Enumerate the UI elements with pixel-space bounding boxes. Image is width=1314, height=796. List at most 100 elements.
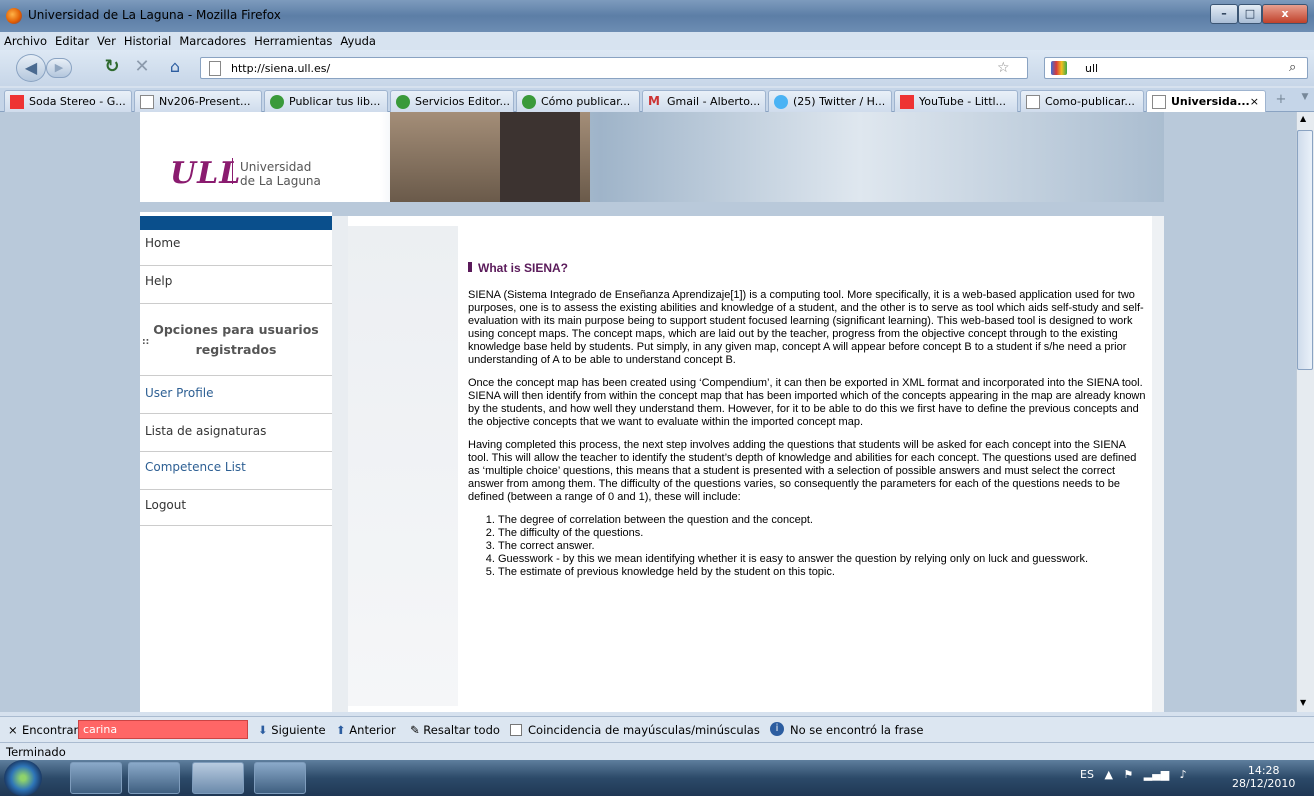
menu-bar: Archivo Editar Ver Historial Marcadores Herra… — [0, 32, 1314, 50]
forward-button[interactable]: ▶ — [46, 58, 72, 78]
sidebar-item-user-profile[interactable]: User Profile — [140, 376, 332, 414]
volume-icon[interactable]: ♪ — [1180, 768, 1187, 781]
sidebar-item-home[interactable]: Home — [140, 230, 332, 266]
highlight-all-button[interactable]: ✎ Resaltar todo — [410, 723, 500, 737]
find-prev-button[interactable]: ⬆ Anterior — [336, 723, 396, 737]
tab-como-publicar-2[interactable]: Como-publicar... — [1020, 90, 1144, 112]
sidebar-top-bar — [140, 216, 332, 230]
close-find-icon[interactable]: × — [8, 723, 18, 737]
tab-label: Cómo publicar... — [541, 95, 631, 108]
back-arrow-icon: ◀ — [24, 58, 38, 77]
reload-icon[interactable]: ↻ — [102, 58, 122, 78]
search-icon[interactable]: ⌕ — [1289, 60, 1296, 75]
tab-twitter[interactable]: (25) Twitter / H... — [768, 90, 892, 112]
menu-marcadores[interactable]: Marcadores — [175, 32, 250, 50]
logo-line1: Universidad — [240, 160, 312, 174]
page-icon — [1152, 95, 1166, 109]
find-bar: × Encontrar: carina ⬇ Siguiente ⬆ Anteri… — [0, 716, 1314, 742]
firefox-icon — [6, 8, 22, 24]
sidebar-item-competence[interactable]: Competence List — [140, 452, 332, 490]
ull-logo[interactable]: ULL — [170, 156, 241, 191]
search-input[interactable]: ull ⌕ — [1044, 57, 1308, 79]
menu-ver[interactable]: Ver — [93, 32, 120, 50]
clock[interactable]: 14:28 28/12/2010 — [1232, 764, 1295, 790]
taskbar: ES ▲ ⚑ ▂▄▆ ♪ 14:28 28/12/2010 — [0, 760, 1314, 796]
drag-handle-icon: :: — [142, 337, 150, 347]
scroll-up-icon[interactable]: ▲ — [1300, 114, 1306, 123]
menu-editar[interactable]: Editar — [51, 32, 93, 50]
tray-arrow-icon[interactable]: ▲ — [1104, 768, 1112, 781]
tab-publicar[interactable]: Publicar tus lib... — [264, 90, 388, 112]
language-indicator[interactable]: ES — [1080, 768, 1094, 781]
find-status: No se encontró la frase — [790, 723, 924, 737]
tab-label: Soda Stereo - G... — [29, 95, 126, 108]
menu-ayuda[interactable]: Ayuda — [336, 32, 380, 50]
tab-label: Servicios Editor... — [415, 95, 510, 108]
tab-universidad[interactable]: Universida... × — [1146, 90, 1266, 112]
explorer-icon[interactable] — [70, 762, 122, 794]
menu-archivo[interactable]: Archivo — [0, 32, 51, 50]
status-bar: Terminado — [0, 742, 1314, 760]
close-button[interactable]: x — [1262, 4, 1308, 24]
network-icon[interactable]: ▂▄▆ — [1144, 768, 1169, 781]
flag-icon[interactable]: ⚑ — [1123, 768, 1133, 781]
tab-como-publicar[interactable]: Cómo publicar... — [516, 90, 640, 112]
tab-list-chevron-icon[interactable]: ▼ — [1298, 92, 1312, 110]
match-case-label[interactable]: Coincidencia de mayúsculas/minúsculas — [528, 723, 760, 737]
firefox-taskbar-icon[interactable] — [192, 762, 244, 794]
bookmark-star-icon[interactable]: ☆ — [997, 60, 1010, 76]
logo-line2: de La Laguna — [240, 174, 321, 188]
article: What is SIENA? SIENA (Sistema Integrado … — [468, 262, 1148, 579]
scroll-down-icon[interactable]: ▼ — [1300, 698, 1306, 707]
back-button[interactable]: ◀ — [16, 54, 46, 82]
tab-label: Gmail - Alberto... — [667, 95, 761, 108]
tab-servicios[interactable]: Servicios Editor... — [390, 90, 514, 112]
match-case-checkbox[interactable] — [510, 724, 522, 736]
minimize-button[interactable]: – — [1210, 4, 1238, 24]
sidebar-item-subjects[interactable]: Lista de asignaturas — [140, 414, 332, 452]
url-bar[interactable]: http://siena.ull.es/ ☆ — [200, 57, 1028, 79]
arrow-up-icon: ⬆ — [336, 723, 346, 737]
google-icon[interactable] — [1051, 61, 1067, 75]
window-title: Universidad de La Laguna - Mozilla Firef… — [28, 8, 281, 22]
arrow-down-icon: ⬇ — [258, 723, 268, 737]
tab-nv206[interactable]: Nv206-Present... — [134, 90, 262, 112]
stop-icon[interactable]: ✕ — [132, 58, 152, 78]
sidebar-item-logout[interactable]: Logout — [140, 490, 332, 526]
info-icon: i — [770, 722, 784, 736]
close-tab-icon[interactable]: × — [1250, 95, 1259, 108]
youtube-icon — [900, 95, 914, 109]
clock-time: 14:28 — [1247, 764, 1280, 777]
page-icon — [140, 95, 154, 109]
new-tab-button[interactable]: + — [1270, 92, 1292, 110]
tab-youtube[interactable]: YouTube - Littl... — [894, 90, 1018, 112]
list-item: The estimate of previous knowledge held … — [498, 566, 1148, 579]
media-player-icon[interactable] — [128, 762, 180, 794]
tab-soda-stereo[interactable]: Soda Stereo - G... — [4, 90, 132, 112]
system-tray: ES ▲ ⚑ ▂▄▆ ♪ — [1080, 768, 1187, 781]
tower-image — [500, 112, 580, 202]
green-icon — [270, 95, 284, 109]
find-next-button[interactable]: ⬇ Siguiente — [258, 723, 326, 737]
menu-historial[interactable]: Historial — [120, 32, 176, 50]
scrollbar-thumb[interactable] — [1297, 130, 1313, 370]
tab-label: Nv206-Present... — [159, 95, 251, 108]
gmail-icon: M — [648, 94, 660, 108]
find-input[interactable]: carina — [78, 720, 248, 739]
tab-gmail[interactable]: M Gmail - Alberto... — [642, 90, 766, 112]
heading-marker-icon — [468, 262, 472, 272]
maximize-button[interactable]: □ — [1238, 4, 1262, 24]
home-icon[interactable]: ⌂ — [164, 58, 186, 78]
twitter-icon — [774, 95, 788, 109]
forward-arrow-icon: ▶ — [54, 61, 64, 74]
start-button[interactable] — [4, 760, 42, 796]
tab-label: YouTube - Littl... — [919, 95, 1007, 108]
green-icon — [396, 95, 410, 109]
menu-herramientas[interactable]: Herramientas — [250, 32, 336, 50]
highlight-label: Resaltar todo — [423, 723, 500, 737]
logo-divider — [232, 158, 233, 184]
window-titlebar[interactable]: Universidad de La Laguna - Mozilla Firef… — [0, 0, 1314, 32]
document-icon[interactable] — [254, 762, 306, 794]
options-header-label: Opciones para usuarios registrados — [153, 322, 319, 357]
sidebar-item-help[interactable]: Help — [140, 266, 332, 304]
